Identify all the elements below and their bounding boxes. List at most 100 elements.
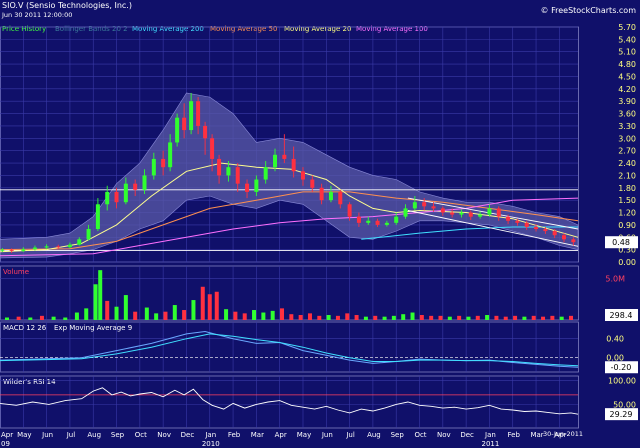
x-tick-label: Apr [1, 431, 13, 439]
x-tick-label: Jul [66, 431, 76, 439]
macd-tick-label: 0.40 [606, 335, 624, 344]
x-tick-label: Aug [367, 431, 381, 439]
y-tick-label: 5.10 [618, 48, 636, 57]
candle-body [56, 246, 61, 248]
x-year-label: 2010 [202, 440, 220, 448]
x-tick-label: Jul [345, 431, 355, 439]
candle-body [86, 229, 91, 240]
candle-body [571, 239, 576, 243]
volume-bar [373, 315, 378, 320]
y-tick-label: 5.70 [618, 23, 636, 32]
volume-bar [200, 286, 205, 320]
volume-bar [317, 315, 322, 320]
volume-title: Volume [3, 268, 29, 276]
candle-body [133, 183, 138, 190]
volume-bar [410, 312, 415, 320]
legend-item: Moving Average 100 [356, 25, 428, 33]
x-year-label: 2011 [482, 440, 500, 448]
candle-body [487, 208, 492, 215]
x-tick-label: Jun [41, 431, 53, 439]
volume-bar [191, 300, 196, 320]
volume-bar [419, 315, 424, 320]
y-tick-label: 1.20 [618, 209, 636, 218]
volume-bar [63, 317, 68, 320]
candle-body [217, 158, 222, 176]
volume-bar [133, 311, 138, 320]
volume-bar [233, 311, 238, 320]
volume-bar [354, 315, 359, 320]
y-tick-label: 0.00 [618, 258, 636, 267]
macd-last-label: -0.20 [611, 363, 632, 372]
volume-bar [513, 315, 518, 320]
candle-body [300, 171, 305, 180]
candle-body [552, 231, 557, 236]
y-tick-label: 0.90 [618, 221, 636, 230]
volume-bar [447, 316, 452, 320]
volume-bar [163, 311, 168, 320]
y-tick-label: 1.80 [618, 184, 636, 193]
x-tick-label: Jan [484, 431, 496, 439]
candle-body [142, 175, 147, 190]
volume-bar [494, 315, 499, 320]
end-date-label: 30-Jun-2011 [543, 430, 583, 438]
legend-item: Moving Average 50 [210, 25, 277, 33]
candle-body [431, 206, 436, 209]
x-year-label: 09 [1, 440, 10, 448]
chart-title: SIO.V (Sensio Technologies, Inc.) [2, 1, 132, 10]
candle-body [347, 204, 352, 217]
candle-body [338, 191, 343, 205]
x-tick-label: Oct [414, 431, 426, 439]
candle-body [182, 117, 187, 131]
x-tick-label: Mar [530, 431, 543, 439]
candle-body [168, 142, 173, 168]
volume-bar [28, 317, 33, 320]
candle-body [105, 191, 110, 205]
volume-bar [382, 316, 387, 320]
volume-bar [172, 305, 177, 320]
candle-body [562, 235, 567, 240]
watermark-text[interactable]: © FreeStockCharts.com [541, 6, 637, 15]
volume-bar [475, 315, 480, 320]
candle-body [235, 167, 240, 184]
volume-bar [51, 316, 56, 320]
y-tick-label: 3.60 [618, 110, 636, 119]
candle-body [0, 249, 5, 251]
volume-bar [154, 313, 159, 320]
y-tick-label: 4.80 [618, 60, 636, 69]
x-tick-label: Aug [87, 431, 101, 439]
last-price-label: 0.48 [612, 238, 630, 247]
volume-bar [4, 317, 9, 320]
candle-body [32, 247, 37, 250]
candle-body [226, 167, 231, 176]
volume-bar [541, 316, 546, 320]
candle-body [524, 222, 529, 227]
volume-bar [307, 313, 312, 320]
x-tick-label: May [297, 431, 311, 439]
candle-body [394, 216, 399, 223]
candle-body [245, 183, 250, 192]
volume-bar [559, 316, 564, 320]
candle-body [319, 187, 324, 201]
candle-body [422, 202, 427, 207]
candle-body [450, 212, 455, 215]
candle-body [515, 220, 520, 223]
candle-body [9, 249, 14, 251]
volume-tick-label: 5.0M [605, 274, 625, 283]
candle-body [151, 158, 156, 176]
volume-bar [550, 315, 555, 320]
volume-bar [326, 315, 331, 320]
rsi-tick-label: 50.00 [613, 400, 636, 409]
volume-bar [123, 295, 128, 320]
volume-bar [363, 316, 368, 320]
candle-body [468, 212, 473, 217]
volume-bar [485, 315, 490, 320]
candle-body [263, 167, 268, 180]
volume-bar [503, 316, 508, 320]
candle-body [273, 154, 278, 168]
x-tick-label: Sep [391, 431, 405, 439]
x-tick-label: Feb [228, 431, 241, 439]
candle-body [21, 249, 26, 251]
y-tick-label: 2.40 [618, 159, 636, 168]
macd-title: MACD 12 26 [3, 324, 47, 332]
volume-bar [429, 315, 434, 320]
